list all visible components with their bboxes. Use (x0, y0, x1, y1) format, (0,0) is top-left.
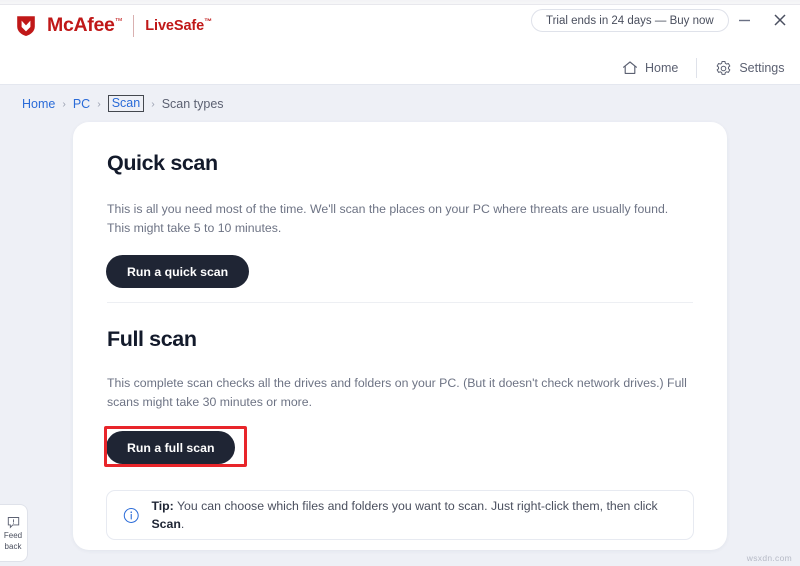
tip-callout: Tip: You can choose which files and fold… (106, 490, 694, 540)
trial-status-badge[interactable]: Trial ends in 24 days — Buy now (531, 9, 729, 32)
breadcrumb-separator: › (97, 97, 101, 110)
window-controls (735, 11, 789, 29)
tip-text-after: . (180, 517, 185, 531)
brand-name-text: McAfee (47, 14, 115, 36)
product-trademark: ™ (204, 17, 213, 27)
breadcrumb-separator: › (151, 97, 155, 110)
run-quick-scan-button[interactable]: Run a quick scan (106, 255, 250, 288)
watermark: wsxdn.com (746, 553, 792, 563)
minimize-icon (738, 19, 750, 21)
product-name: LiveSafe™ (145, 17, 212, 34)
breadcrumb: Home › PC › Scan › Scan types (22, 95, 224, 112)
breadcrumb-separator: › (62, 97, 66, 110)
feedback-bubble-icon (7, 516, 19, 528)
full-scan-title: Full scan (107, 327, 197, 351)
gear-icon (717, 60, 731, 75)
header-navigation: Home Settings (604, 58, 800, 78)
home-icon (623, 61, 637, 74)
quick-scan-description: This is all you need most of the time. W… (107, 202, 669, 235)
mcafee-shield-icon (17, 15, 35, 36)
breadcrumb-item-scan-types: Scan types (161, 96, 224, 111)
nav-item-settings[interactable]: Settings (697, 60, 800, 77)
trial-status-text: Trial ends in 24 days — Buy now (546, 14, 714, 27)
brand-trademark: ™ (114, 16, 123, 26)
feedback-label-line2: back (4, 541, 22, 551)
scan-types-card: Quick scan This is all you need most of … (73, 122, 727, 550)
brand-logo: McAfee™ LiveSafe™ (16, 14, 212, 37)
breadcrumb-item-home[interactable]: Home (22, 97, 55, 111)
tip-emphasis: Scan (151, 517, 181, 531)
info-icon (123, 507, 139, 523)
product-name-text: LiveSafe (145, 17, 205, 34)
minimize-button[interactable] (735, 11, 753, 29)
feedback-tab[interactable]: Feed back (0, 504, 28, 562)
tip-text: Tip: You can choose which files and fold… (151, 497, 677, 533)
tip-text-before: You can choose which files and folders y… (173, 499, 658, 513)
breadcrumb-item-pc[interactable]: PC (73, 97, 90, 111)
nav-item-settings-label: Settings (739, 61, 785, 75)
nav-item-home[interactable]: Home (604, 60, 696, 76)
full-scan-description: This complete scan checks all the drives… (107, 376, 687, 409)
brand-divider (133, 14, 135, 37)
app-header: McAfee™ LiveSafe™ Trial ends in 24 days … (0, 5, 800, 85)
close-button[interactable] (771, 11, 789, 29)
run-full-scan-button[interactable]: Run a full scan (106, 431, 236, 464)
feedback-label-line1: Feed (3, 530, 23, 540)
nav-item-home-label: Home (645, 61, 679, 75)
brand-name: McAfee™ (47, 14, 123, 37)
tip-label: Tip: (151, 499, 174, 513)
quick-scan-title: Quick scan (107, 151, 218, 175)
breadcrumb-item-scan[interactable]: Scan (107, 95, 145, 112)
close-icon (774, 14, 786, 26)
section-divider (107, 302, 693, 303)
